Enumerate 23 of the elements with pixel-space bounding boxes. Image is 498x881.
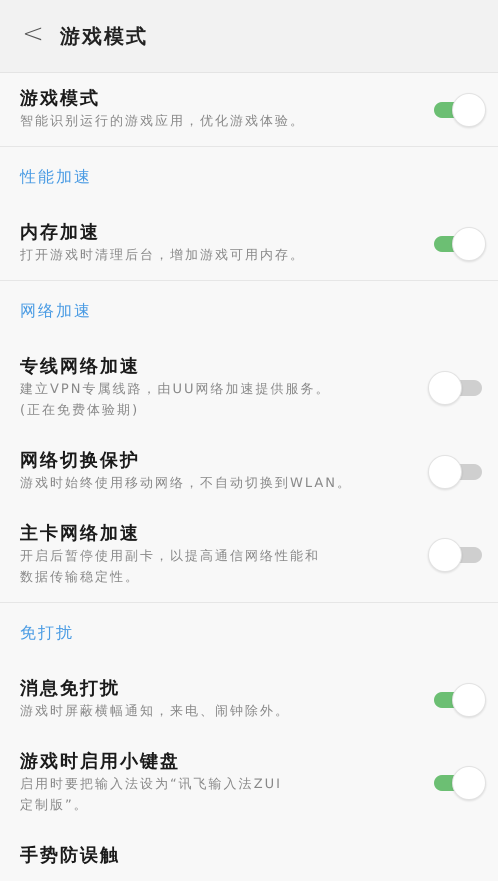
description-line: 开启后暂停使用副卡，以提高通信网络性能和: [20, 548, 321, 566]
description-line: 启用时要把输入法设为“讯飞输入法ZUI: [20, 776, 283, 794]
page-title: 游戏模式: [60, 22, 148, 50]
description-line: 建立VPN专属线路，由UU网络加速提供服务。: [20, 381, 332, 399]
setting-title: 游戏时启用小键盘: [20, 750, 181, 774]
section-heading: 免打扰: [19, 622, 75, 644]
setting-title: 内存加速: [20, 221, 101, 245]
description-line: 游戏时屏蔽横幅通知，来电、闹钟除外。: [20, 703, 291, 721]
description-line: 智能识别运行的游戏应用，优化游戏体验。: [20, 113, 306, 131]
description-line: 打开游戏时清理后台，增加游戏可用内存。: [20, 247, 306, 265]
setting-title: 游戏模式: [20, 87, 101, 111]
setting-title: 主卡网络加速: [20, 522, 141, 546]
section-heading: 性能加速: [18, 166, 93, 188]
description-line: 定制版”。: [20, 797, 90, 815]
back-button[interactable]: <: [20, 19, 46, 53]
setting-title: 网络切换保护: [20, 449, 141, 473]
description-line: 游戏时始终使用移动网络，不自动切换到WLAN。: [20, 475, 354, 493]
description-line: (正在免费体验期): [20, 402, 140, 420]
setting-title: 专线网络加速: [20, 355, 141, 379]
section-heading: 网络加速: [19, 300, 93, 322]
setting-title: 手势防误触: [20, 844, 121, 868]
setting-title: 消息免打扰: [20, 677, 121, 701]
description-line: 数据传输稳定性。: [20, 569, 141, 587]
